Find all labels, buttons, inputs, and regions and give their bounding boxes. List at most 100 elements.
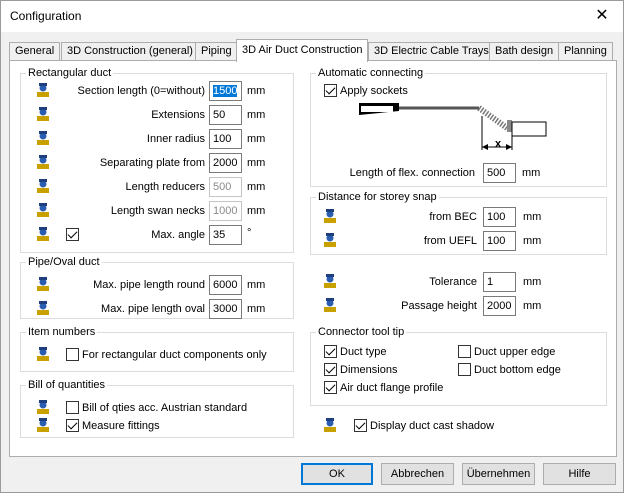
- max-angle-checkbox[interactable]: [66, 228, 79, 241]
- dimensions-label: Dimensions: [340, 364, 398, 376]
- rectangular-duct-legend: Rectangular duct: [28, 67, 112, 79]
- tab-strip: General 3D Construction (general) Piping…: [9, 39, 617, 62]
- apply-sockets-checkbox[interactable]: [324, 84, 337, 97]
- extensions-input[interactable]: 50: [209, 105, 242, 125]
- user-icon: [322, 297, 338, 313]
- diagram-x-label: x: [495, 138, 502, 150]
- user-icon: [35, 226, 51, 242]
- flex-connection-diagram: [359, 103, 547, 150]
- user-icon: [322, 208, 338, 224]
- bill-of-quantities-legend: Bill of quantities: [28, 379, 106, 391]
- dimensions-checkbox[interactable]: [324, 363, 337, 376]
- austrian-standard-label: Bill of qties acc. Austrian standard: [82, 402, 248, 414]
- measure-fittings-checkbox[interactable]: [66, 419, 79, 432]
- austrian-standard-checkbox[interactable]: [66, 401, 79, 414]
- tab-planning[interactable]: Planning: [558, 42, 613, 61]
- user-icon: [35, 130, 51, 146]
- title-bar: Configuration ✕: [1, 1, 623, 32]
- tab-piping[interactable]: Piping: [195, 42, 238, 61]
- from-uefl-label: from UEFL: [423, 235, 477, 247]
- max-angle-input[interactable]: 35: [209, 225, 242, 245]
- flange-profile-checkbox[interactable]: [324, 381, 337, 394]
- user-icon: [322, 232, 338, 248]
- upper-edge-label: Duct upper edge: [474, 346, 556, 358]
- tab-bath-design[interactable]: Bath design: [489, 42, 560, 61]
- cast-shadow-label: Display duct cast shadow: [370, 420, 495, 432]
- user-icon: [35, 202, 51, 218]
- from-bec-label: from BEC: [429, 211, 477, 223]
- tab-3d-construction-general[interactable]: 3D Construction (general): [61, 42, 199, 61]
- max-angle-label: Max. angle: [151, 229, 205, 241]
- length-swan-necks-unit: mm: [247, 205, 266, 217]
- from-uefl-input[interactable]: 100: [483, 231, 516, 251]
- section-length-unit: mm: [247, 85, 266, 97]
- length-swan-necks-input[interactable]: 1000: [209, 201, 242, 221]
- separating-plate-input[interactable]: 2000: [209, 153, 242, 173]
- pipe-oval-duct-legend: Pipe/Oval duct: [28, 256, 100, 268]
- user-icon: [35, 300, 51, 316]
- user-icon: [322, 273, 338, 289]
- measure-fittings-label: Measure fittings: [82, 420, 160, 432]
- inner-radius-label: Inner radius: [146, 133, 205, 145]
- tab-3d-air-duct-construction[interactable]: 3D Air Duct Construction: [236, 39, 369, 62]
- separating-plate-unit: mm: [247, 157, 266, 169]
- rect-only-label: For rectangular duct components only: [82, 349, 267, 361]
- window-title: Configuration: [10, 9, 82, 23]
- storey-snap-legend: Distance for storey snap: [318, 191, 437, 203]
- bottom-edge-checkbox[interactable]: [458, 363, 471, 376]
- item-numbers-legend: Item numbers: [28, 326, 96, 338]
- tab-3d-electric-cable-trays[interactable]: 3D Electric Cable Trays: [368, 42, 495, 61]
- separating-plate-label: Separating plate from: [99, 157, 205, 169]
- flange-profile-label: Air duct flange profile: [340, 382, 444, 394]
- user-icon: [35, 178, 51, 194]
- length-reducers-label: Length reducers: [125, 181, 206, 193]
- automatic-connecting-legend: Automatic connecting: [318, 67, 424, 79]
- tolerance-input[interactable]: 1: [483, 272, 516, 292]
- section-length-input[interactable]: 1500: [209, 81, 242, 101]
- apply-button[interactable]: Übernehmen: [462, 463, 535, 485]
- max-pipe-length-round-input[interactable]: 6000: [209, 275, 242, 295]
- upper-edge-checkbox[interactable]: [458, 345, 471, 358]
- length-reducers-input[interactable]: 500: [209, 177, 242, 197]
- configuration-dialog: Configuration ✕ General 3D Construction …: [0, 0, 624, 493]
- length-reducers-unit: mm: [247, 181, 266, 193]
- extensions-label: Extensions: [151, 109, 205, 121]
- from-bec-input[interactable]: 100: [483, 207, 516, 227]
- max-pipe-length-oval-unit: mm: [247, 303, 266, 315]
- flex-length-label: Length of flex. connection: [349, 167, 475, 179]
- from-bec-unit: mm: [523, 211, 542, 223]
- user-icon: [35, 346, 51, 362]
- passage-height-label: Passage height: [401, 300, 477, 312]
- length-swan-necks-label: Length swan necks: [110, 205, 205, 217]
- user-icon: [35, 154, 51, 170]
- max-angle-unit: °: [247, 227, 252, 239]
- help-button[interactable]: Hilfe: [543, 463, 616, 485]
- rect-only-checkbox[interactable]: [66, 348, 79, 361]
- flex-length-input[interactable]: 500: [483, 163, 516, 183]
- flex-length-unit: mm: [522, 167, 541, 179]
- inner-radius-input[interactable]: 100: [209, 129, 242, 149]
- section-length-label: Section length (0=without): [77, 85, 206, 97]
- duct-type-checkbox[interactable]: [324, 345, 337, 358]
- user-icon: [322, 417, 338, 433]
- ok-button[interactable]: OK: [301, 463, 373, 485]
- user-icon: [35, 417, 51, 433]
- user-icon: [35, 399, 51, 415]
- connector-tooltip-legend: Connector tool tip: [318, 326, 405, 338]
- user-icon: [35, 82, 51, 98]
- close-icon[interactable]: ✕: [587, 3, 617, 29]
- max-pipe-length-round-unit: mm: [247, 279, 266, 291]
- passage-height-unit: mm: [523, 300, 542, 312]
- cast-shadow-checkbox[interactable]: [354, 419, 367, 432]
- user-icon: [35, 276, 51, 292]
- tolerance-unit: mm: [523, 276, 542, 288]
- max-pipe-length-round-label: Max. pipe length round: [93, 279, 205, 291]
- tab-general[interactable]: General: [9, 42, 61, 61]
- passage-height-input[interactable]: 2000: [483, 296, 516, 316]
- inner-radius-unit: mm: [247, 133, 266, 145]
- apply-sockets-label: Apply sockets: [340, 85, 408, 97]
- bottom-edge-label: Duct bottom edge: [474, 364, 561, 376]
- cancel-button[interactable]: Abbrechen: [381, 463, 454, 485]
- max-pipe-length-oval-input[interactable]: 3000: [209, 299, 242, 319]
- extensions-unit: mm: [247, 109, 266, 121]
